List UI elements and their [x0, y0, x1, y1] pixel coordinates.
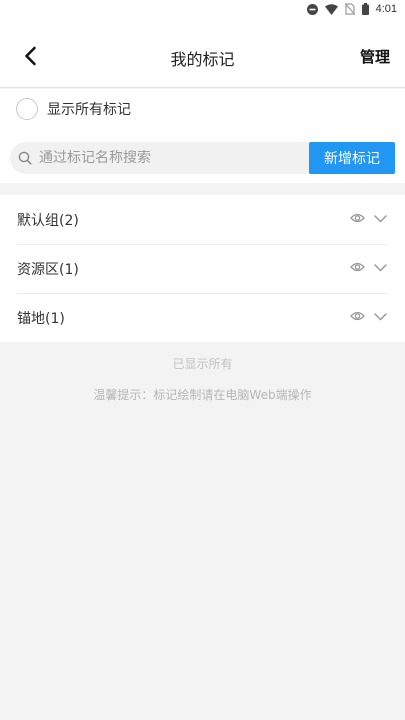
search-icon	[18, 151, 32, 165]
page-title: 我的标记	[170, 50, 235, 69]
wifi-icon	[324, 3, 338, 15]
add-marker-button[interactable]: 新增标记	[309, 142, 395, 174]
nav-bar: 我的标记 管理	[0, 18, 405, 88]
eye-icon[interactable]	[350, 310, 365, 322]
no-sim-icon	[344, 3, 355, 15]
group-label: 默认组(2)	[17, 212, 79, 229]
group-list: 默认组(2) 资源区(1) 锚地(1)	[0, 195, 405, 342]
search-box[interactable]	[10, 142, 310, 174]
search-row: 新增标记	[0, 129, 405, 183]
status-time: 4:01	[375, 3, 397, 15]
do-not-disturb-icon	[306, 3, 318, 15]
search-input[interactable]	[39, 150, 289, 166]
chevron-down-icon[interactable]	[373, 211, 388, 226]
show-all-toggle[interactable]: 显示所有标记	[0, 89, 405, 129]
group-item-resource-area[interactable]: 资源区(1)	[0, 244, 405, 293]
battery-icon	[361, 3, 369, 15]
show-all-label: 显示所有标记	[47, 102, 131, 118]
eye-icon[interactable]	[350, 212, 365, 224]
group-item-default[interactable]: 默认组(2)	[0, 195, 405, 244]
all-shown-hint: 已显示所有	[172, 357, 233, 371]
manage-button[interactable]: 管理	[360, 46, 390, 67]
group-label: 锚地(1)	[17, 310, 65, 327]
eye-icon[interactable]	[350, 261, 365, 273]
group-item-anchorage[interactable]: 锚地(1)	[0, 293, 405, 342]
group-label: 资源区(1)	[17, 261, 79, 278]
chevron-down-icon[interactable]	[373, 260, 388, 275]
chevron-down-icon[interactable]	[373, 309, 388, 324]
show-all-radio[interactable]	[16, 98, 38, 120]
web-drawing-tip: 温馨提示：标记绘制请在电脑Web端操作	[93, 388, 312, 402]
status-bar: 4:01	[0, 0, 405, 18]
